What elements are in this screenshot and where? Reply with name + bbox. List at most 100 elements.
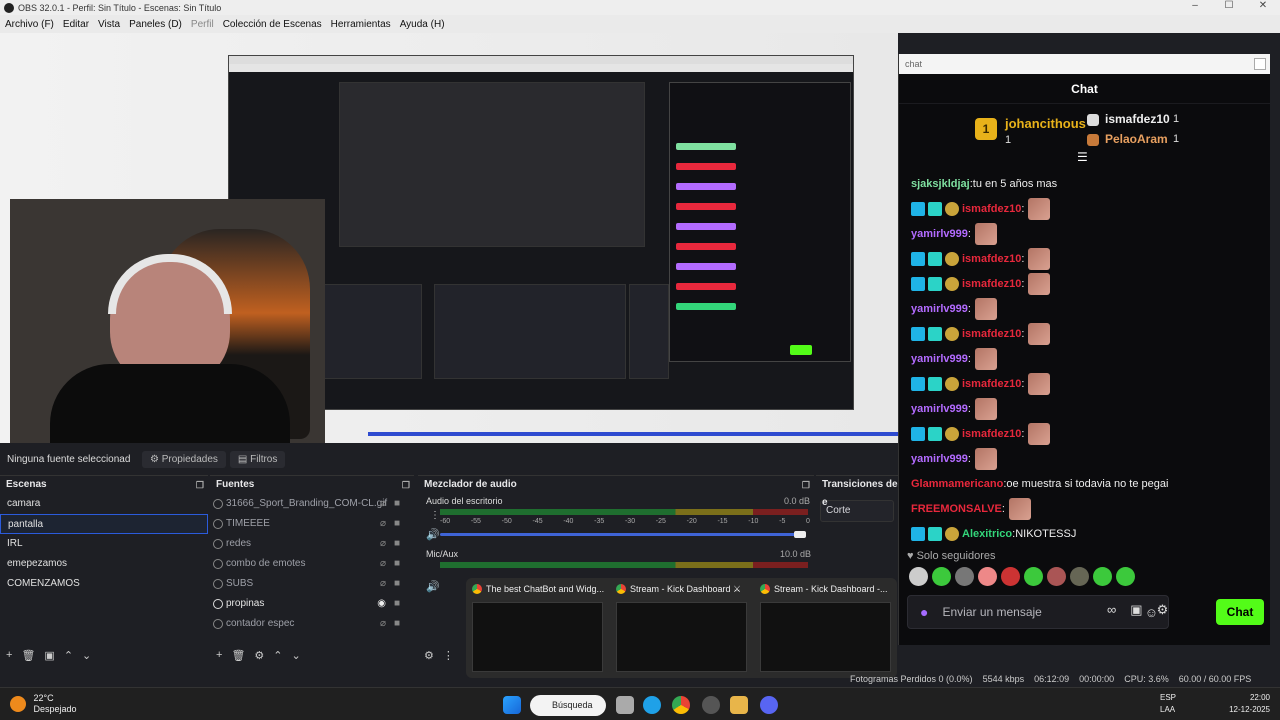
menu-herramientas[interactable]: Herramientas [331, 19, 391, 30]
send-chat-button[interactable]: Chat [1216, 599, 1264, 625]
infinity-icon[interactable]: ∞ [1107, 602, 1116, 618]
menu-paneles[interactable]: Paneles (D) [129, 19, 182, 30]
source-item[interactable]: TIMEEEE ⌀ ■ [210, 514, 414, 534]
down-icon[interactable]: ⌄ [82, 649, 91, 662]
add-icon[interactable]: + [216, 649, 222, 661]
mic-icon[interactable]: ● [920, 604, 928, 620]
chat-username[interactable]: ismafdez10 [962, 378, 1021, 390]
emote-icon[interactable] [932, 567, 951, 586]
speaker-icon[interactable]: 🔊 [426, 580, 440, 593]
transition-select[interactable]: Corte [820, 500, 894, 522]
task-view-icon[interactable] [616, 696, 634, 714]
chat-username[interactable]: yamirlv999 [911, 353, 968, 365]
source-item[interactable]: SUBS ⌀ ■ [210, 574, 414, 594]
emote-icon[interactable] [909, 567, 928, 586]
lock-icon[interactable]: ■ [394, 534, 400, 554]
emote-icon[interactable] [1116, 567, 1135, 586]
obs-taskbar-icon[interactable] [702, 696, 720, 714]
scene-item-selected[interactable]: pantalla [0, 514, 208, 534]
hidden-icon[interactable]: ⌀ [380, 534, 386, 554]
filters-button[interactable]: ▤ Filtros [229, 450, 286, 468]
menu-coleccion[interactable]: Colección de Escenas [223, 19, 322, 30]
chat-username[interactable]: ismafdez10 [962, 328, 1021, 340]
menu-editar[interactable]: Editar [63, 19, 89, 30]
emote-icon[interactable] [978, 567, 997, 586]
minimize-icon[interactable]: – [1178, 0, 1212, 11]
up-icon[interactable]: ⌃ [64, 649, 73, 662]
discord-icon[interactable] [760, 696, 778, 714]
taskbar-search[interactable]: Búsqueda [530, 695, 606, 716]
preview-window[interactable]: Stream - Kick Dashboard ⚔ [610, 578, 753, 678]
chat-window-button[interactable] [1254, 58, 1266, 70]
edge-icon[interactable] [643, 696, 661, 714]
desktop-volume-slider[interactable] [440, 533, 806, 536]
lock-icon[interactable]: ■ [394, 614, 400, 634]
close-icon[interactable]: ✕ [1246, 0, 1280, 11]
chat-username[interactable]: ismafdez10 [962, 203, 1021, 215]
popout-icon[interactable]: ❒ [402, 476, 410, 494]
chrome-icon[interactable] [672, 696, 690, 714]
source-item[interactable]: redes ⌀ ■ [210, 534, 414, 554]
hidden-icon[interactable]: ⌀ [380, 494, 386, 514]
emote-icon[interactable] [1024, 567, 1043, 586]
menu-perfil[interactable]: Perfil [191, 19, 214, 30]
source-item[interactable]: combo de emotes ⌀ ■ [210, 554, 414, 574]
weather-widget[interactable]: 22°C Despejado [10, 693, 77, 715]
chat-username[interactable]: yamirlv999 [911, 453, 968, 465]
trash-icon[interactable]: 🗑 [21, 649, 35, 662]
preview-window[interactable]: The best ChatBot and Widg... [466, 578, 609, 678]
up-icon[interactable]: ⌃ [273, 649, 282, 662]
properties-button[interactable]: ⚙ Propiedades [142, 450, 226, 468]
chat-username[interactable]: sjaksjkldjaj [911, 178, 970, 190]
scene-item[interactable]: emepezamos [0, 554, 208, 574]
preview-canvas[interactable] [0, 33, 898, 443]
store-icon[interactable]: ▣ [1130, 602, 1142, 618]
scene-item[interactable]: COMENZAMOS [0, 574, 208, 594]
clock[interactable]: 22:00 12-12-2025 [1229, 692, 1270, 716]
popout-icon[interactable]: ❒ [802, 476, 810, 494]
desktop-volume-handle[interactable] [794, 531, 806, 538]
windows-start-icon[interactable] [503, 696, 521, 714]
source-item[interactable]: 31666_Sport_Branding_COM-CL.gif ⌀ ■ [210, 494, 414, 514]
hidden-icon[interactable]: ⌀ [380, 514, 386, 534]
emote-icon[interactable] [1047, 567, 1066, 586]
emote-icon[interactable] [955, 567, 974, 586]
chat-username[interactable]: yamirlv999 [911, 403, 968, 415]
menu-ayuda[interactable]: Ayuda (H) [400, 19, 445, 30]
chat-username[interactable]: Glammamericano [911, 478, 1003, 490]
more-icon[interactable]: ⋮ [443, 649, 454, 662]
maximize-icon[interactable]: ☐ [1212, 0, 1246, 11]
chat-username[interactable]: yamirlv999 [911, 228, 968, 240]
chat-username[interactable]: ismafdez10 [962, 253, 1021, 265]
chat-username[interactable]: ismafdez10 [962, 278, 1021, 290]
file-explorer-icon[interactable] [730, 696, 748, 714]
preview-window[interactable]: Stream - Kick Dashboard -... [754, 578, 897, 678]
eye-icon[interactable]: ◉ [377, 594, 386, 614]
speaker-icon[interactable]: 🔊 [426, 528, 440, 541]
hidden-icon[interactable]: ⌀ [380, 614, 386, 634]
scene-item[interactable]: IRL [0, 534, 208, 554]
filter-icon[interactable]: ▣ [44, 649, 54, 662]
scene-item[interactable]: camara [0, 494, 208, 514]
emote-icon[interactable] [1001, 567, 1020, 586]
hidden-icon[interactable]: ⌀ [380, 574, 386, 594]
chat-username[interactable]: FREEMONSALVE [911, 503, 1002, 515]
menu-vista[interactable]: Vista [98, 19, 120, 30]
lock-icon[interactable]: ■ [394, 574, 400, 594]
more-icon[interactable]: ⋮ [430, 510, 440, 521]
hidden-icon[interactable]: ⌀ [380, 554, 386, 574]
gear-icon[interactable]: ⚙ [1157, 602, 1169, 618]
source-item[interactable]: contador espec ⌀ ■ [210, 614, 414, 634]
gear-icon[interactable]: ⚙ [254, 649, 264, 662]
menu-archivo[interactable]: Archivo (F) [5, 19, 54, 30]
popout-icon[interactable]: ❒ [196, 476, 204, 494]
chat-username[interactable]: yamirlv999 [911, 303, 968, 315]
chat-username[interactable]: Alexitrico [962, 528, 1012, 540]
lock-icon[interactable]: ■ [394, 554, 400, 574]
emote-icon[interactable] [1093, 567, 1112, 586]
chat-username[interactable]: ismafdez10 [962, 428, 1021, 440]
language-indicator[interactable]: ESP LAA [1160, 692, 1176, 716]
lock-icon[interactable]: ■ [394, 594, 400, 614]
collapse-icon[interactable]: ☰ [1077, 150, 1088, 164]
source-item[interactable]: propinas ◉ ■ [210, 594, 414, 614]
